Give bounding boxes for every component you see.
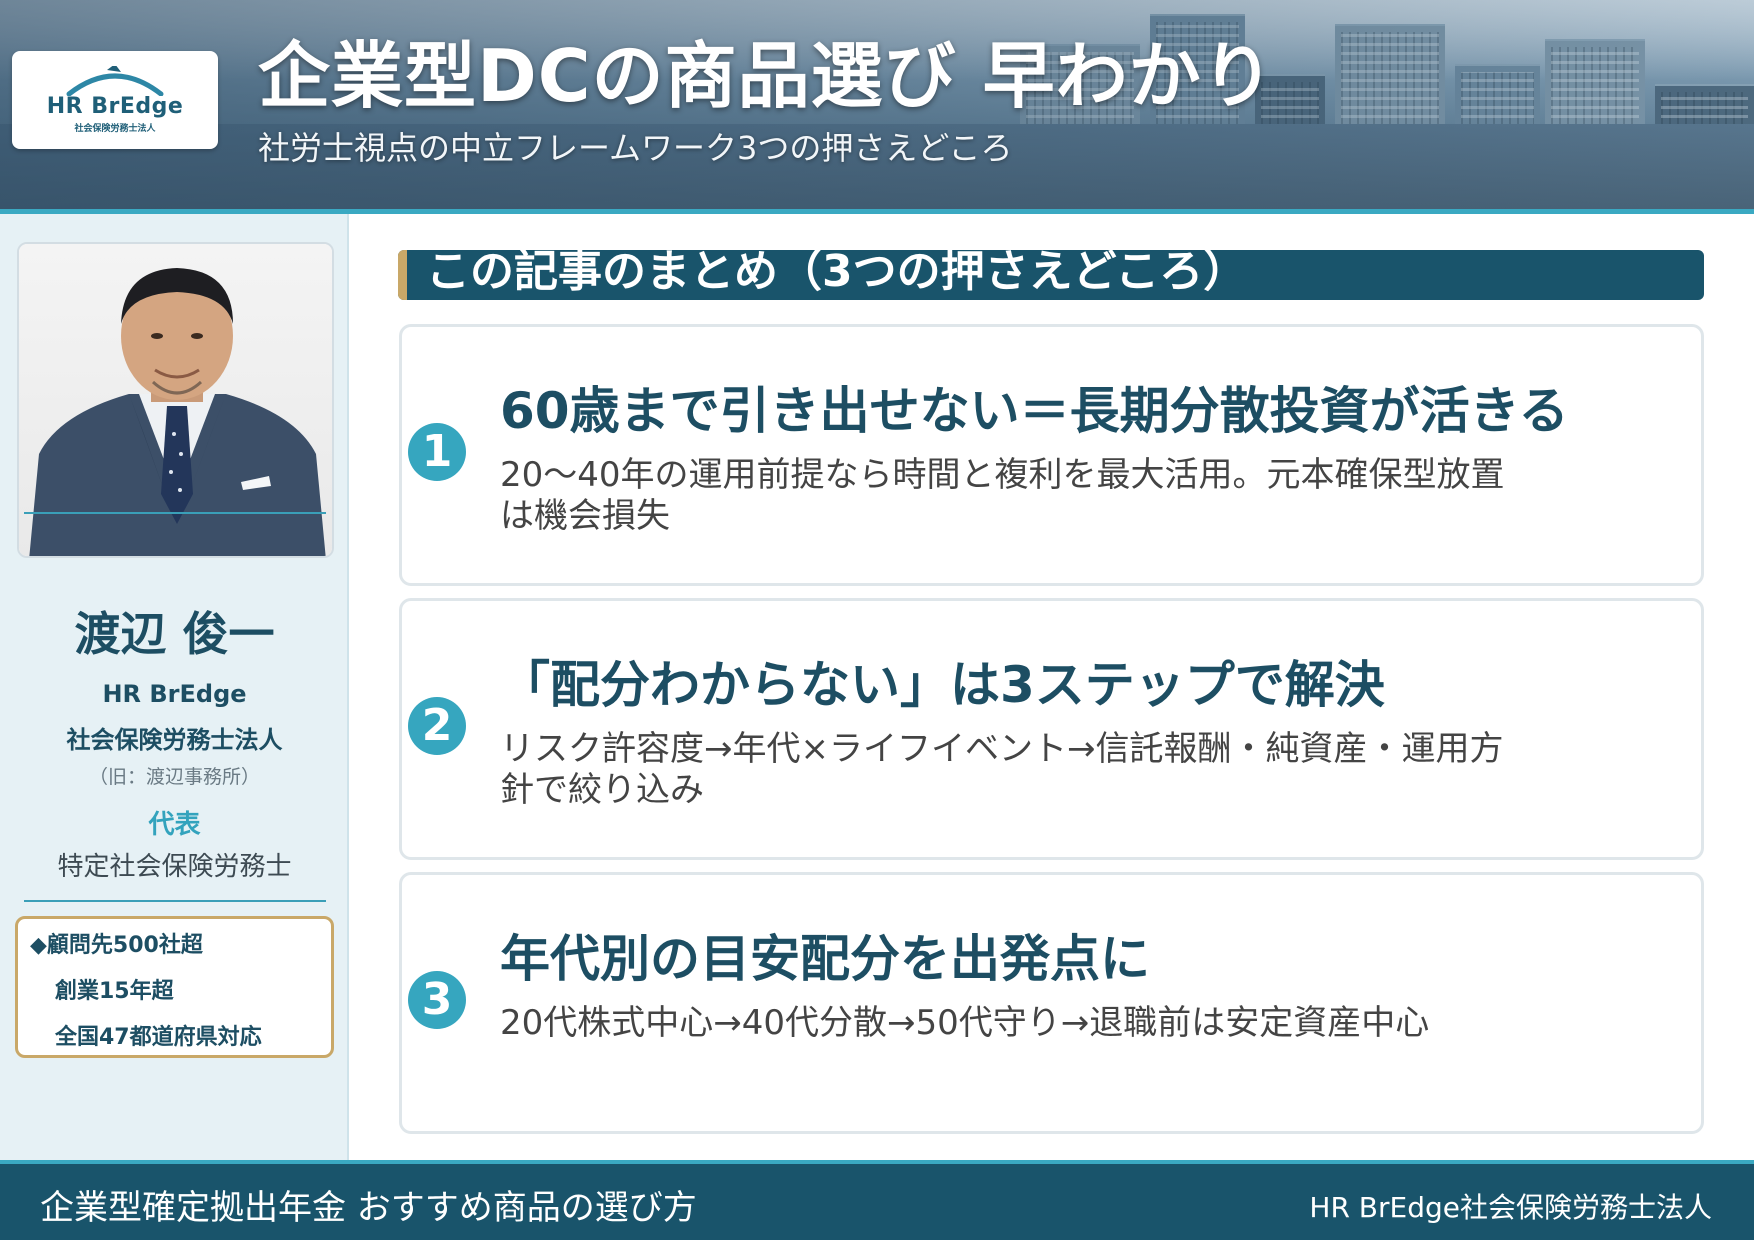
profile-former-name: （旧：渡辺事務所） bbox=[88, 766, 260, 788]
company-logo: HR BrEdge 社会保険労務士法人 bbox=[12, 51, 218, 149]
card-title: 60歳まで引き出せない＝長期分散投資が活きる bbox=[500, 382, 1569, 440]
footer-company: HR BrEdge社会保険労務士法人 bbox=[1309, 1191, 1712, 1224]
summary-card-2: 2 「配分わからない」は3ステップで解決 リスク許容度→年代×ライフイベント→信… bbox=[399, 598, 1704, 860]
profile-sidebar: 渡辺 俊一 HR BrEdge 社会保険労務士法人 （旧：渡辺事務所） 代表 特… bbox=[0, 214, 349, 1160]
profile-org-brand: HR BrEdge bbox=[102, 680, 247, 708]
sidebar-divider-top bbox=[24, 512, 326, 514]
number-2-icon: 2 bbox=[408, 697, 466, 755]
number-1-icon: 1 bbox=[408, 423, 466, 481]
card-title: 年代別の目安配分を出発点に bbox=[500, 930, 1150, 988]
heading-accent bbox=[398, 250, 407, 300]
highlight-item: 全国47都道府県対応 bbox=[55, 1025, 262, 1050]
card-body: リスク許容度→年代×ライフイベント→信託報酬・純資産・運用方針で絞り込み bbox=[500, 729, 1504, 811]
highlights-box: ◆顧問先500社超 創業15年超 全国47都道府県対応 bbox=[15, 916, 334, 1058]
highlight-item: ◆顧問先500社超 bbox=[30, 933, 203, 958]
highlight-item: 創業15年超 bbox=[55, 979, 174, 1004]
card-body: 20代株式中心→40代分散→50代守り→退職前は安定資産中心 bbox=[500, 1003, 1430, 1043]
logo-subtext: 社会保険労務士法人 bbox=[74, 124, 156, 134]
page-title: 企業型DCの商品選び 早わかり bbox=[258, 34, 1275, 118]
summary-heading: この記事のまとめ（3つの押さえどころ） bbox=[426, 250, 1248, 297]
profile-name: 渡辺 俊一 bbox=[74, 607, 275, 661]
profile-org-type: 社会保険労務士法人 bbox=[66, 726, 283, 754]
sidebar-divider-bottom bbox=[24, 900, 326, 902]
summary-heading-bar: この記事のまとめ（3つの押さえどころ） bbox=[398, 250, 1704, 300]
logo-arc-icon bbox=[66, 66, 164, 96]
person-portrait-icon bbox=[29, 268, 326, 556]
summary-card-1: 1 60歳まで引き出せない＝長期分散投資が活きる 20～40年の運用前提なら時間… bbox=[399, 324, 1704, 586]
number-3-icon: 3 bbox=[408, 971, 466, 1029]
summary-card-3: 3 年代別の目安配分を出発点に 20代株式中心→40代分散→50代守り→退職前は… bbox=[399, 872, 1704, 1134]
profile-role: 代表 bbox=[148, 810, 201, 840]
profile-certification: 特定社会保険労務士 bbox=[57, 852, 292, 882]
profile-photo bbox=[17, 242, 334, 558]
header-banner: HR BrEdge 社会保険労務士法人 企業型DCの商品選び 早わかり 社労士視… bbox=[0, 0, 1754, 214]
footer-bar: 企業型確定拠出年金 おすすめ商品の選び方 HR BrEdge社会保険労務士法人 bbox=[0, 1160, 1754, 1240]
card-title: 「配分わからない」は3ステップで解決 bbox=[500, 656, 1385, 714]
logo-brand: HR BrEdge bbox=[46, 94, 184, 119]
page-subtitle: 社労士視点の中立フレームワーク3つの押さえどころ bbox=[258, 129, 1013, 167]
footer-title: 企業型確定拠出年金 おすすめ商品の選び方 bbox=[40, 1188, 697, 1228]
card-body: 20～40年の運用前提なら時間と複利を最大活用。元本確保型放置は機会損失 bbox=[500, 455, 1505, 537]
